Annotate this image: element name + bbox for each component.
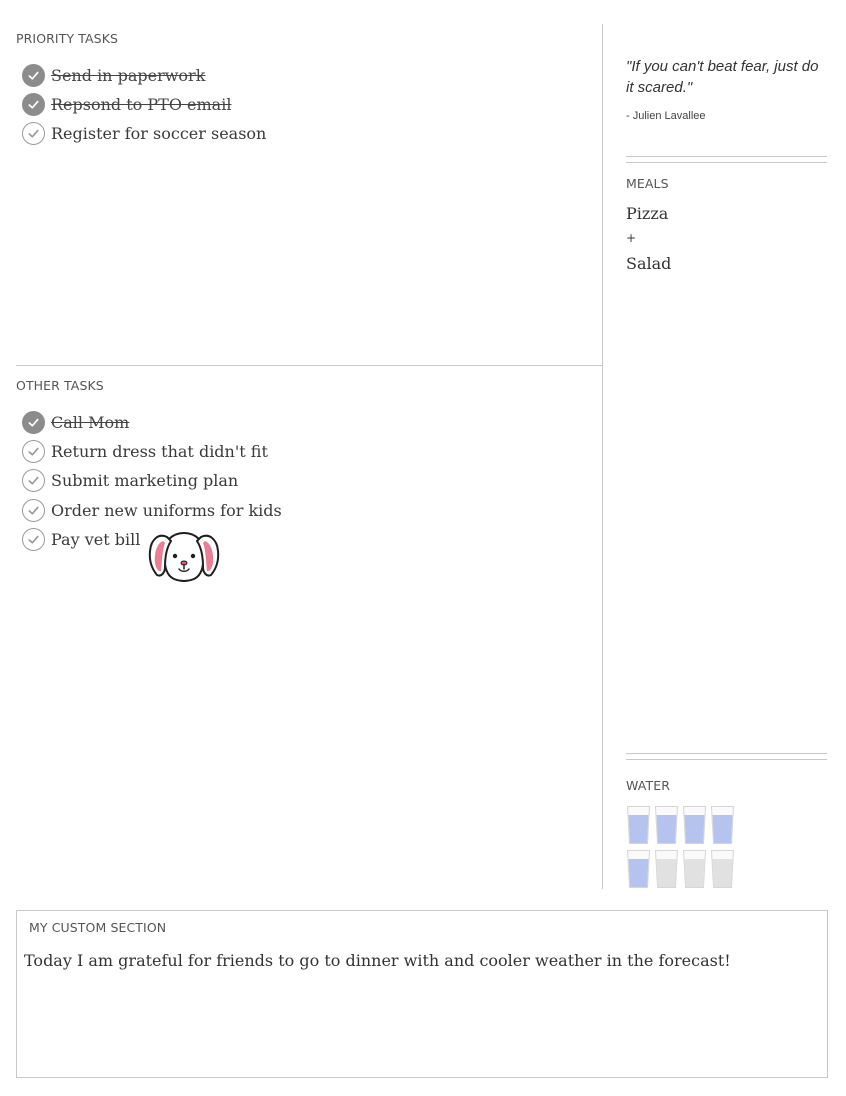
priority-tasks-label: PRIORITY TASKS [16,31,119,46]
task-text: Send in paperwork [51,66,206,86]
task-item[interactable]: Register for soccer season [16,119,596,148]
water-glass-icon[interactable] [683,806,706,844]
water-glass-icon[interactable] [627,806,650,844]
water-glass-icon[interactable] [711,806,734,844]
custom-section: MY CUSTOM SECTION Today I am grateful fo… [16,910,828,1078]
check-circle-icon[interactable] [22,527,45,551]
check-circle-icon[interactable] [22,411,45,435]
water-glass-icon[interactable] [627,850,650,888]
meals-list: Pizza + Salad [626,201,826,276]
task-text: Submit marketing plan [51,471,239,491]
other-tasks-label: OTHER TASKS [16,378,104,393]
meals-label: MEALS [626,176,669,191]
task-text: Pay vet bill [51,529,141,549]
task-item[interactable]: Send in paperwork [16,61,596,90]
water-glass-icon[interactable] [683,850,706,888]
meal-separator: + [626,231,637,245]
task-text: Call Mom [51,413,130,433]
check-circle-icon[interactable] [22,64,45,88]
other-task-list: Call Mom Return dress that didn't fit Su… [16,408,596,554]
check-circle-icon[interactable] [22,469,45,493]
check-circle-icon[interactable] [22,498,45,522]
task-item[interactable]: Return dress that didn't fit [16,437,596,466]
section-divider [16,365,603,366]
meal-line: Salad [626,254,672,273]
check-circle-icon[interactable] [22,122,45,146]
column-divider [602,24,603,889]
custom-section-label: MY CUSTOM SECTION [29,920,167,935]
task-text: Order new uniforms for kids [51,500,282,520]
quote-text: "If you can't beat fear, just do it scar… [626,58,819,96]
task-item[interactable]: Submit marketing plan [16,466,596,495]
water-glass-icon[interactable] [655,806,678,844]
water-tracker [627,806,739,890]
meal-line: Pizza [626,204,669,223]
water-glass-icon[interactable] [655,850,678,888]
task-text: Repsond to PTO email [51,95,232,115]
task-text: Return dress that didn't fit [51,442,268,462]
priority-task-list: Send in paperwork Repsond to PTO email R… [16,61,596,149]
task-text: Register for soccer season [51,124,267,144]
task-item[interactable]: Order new uniforms for kids [16,496,596,525]
double-rule [626,753,827,760]
other-tasks-section: OTHER TASKS Call Mom Return dress that d… [16,378,596,554]
water-label: WATER [626,778,670,793]
quote-author: - Julien Lavallee [626,110,706,122]
task-item[interactable]: Pay vet bill [16,525,596,554]
priority-tasks-section: PRIORITY TASKS Send in paperwork Repsond… [16,31,596,149]
task-item[interactable]: Repsond to PTO email [16,90,596,119]
water-glass-icon[interactable] [711,850,734,888]
dog-face-icon [148,532,220,582]
custom-section-text[interactable]: Today I am grateful for friends to go to… [24,951,731,970]
task-item[interactable]: Call Mom [16,408,596,437]
check-circle-icon[interactable] [22,93,45,117]
check-circle-icon[interactable] [22,440,45,464]
double-rule [626,156,827,163]
